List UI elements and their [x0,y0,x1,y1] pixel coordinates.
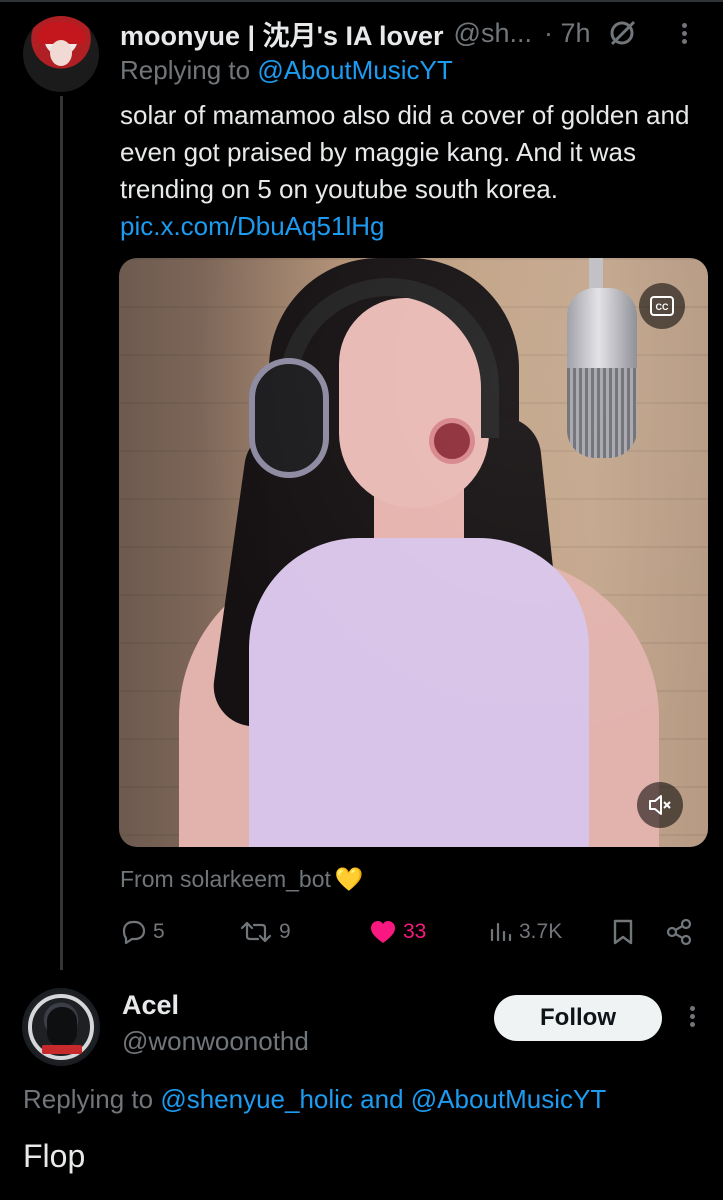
more-options-icon[interactable] [682,1003,702,1033]
repost-button[interactable]: 9 [239,912,291,952]
video-media[interactable]: CC [119,258,708,847]
post-time[interactable]: · 7h [544,18,591,49]
replying-to: Replying to @shenyue_holic and @AboutMus… [23,1084,606,1115]
post-body: Flop [23,1138,86,1174]
views-button[interactable]: 3.7K [489,912,562,952]
speaker-muted-icon [649,795,671,815]
user-handle[interactable]: @wonwoonothd [122,1026,309,1057]
replying-and: and [352,1084,411,1114]
media-lighting [119,258,708,847]
reply-count: 5 [153,920,165,943]
replying-to-link[interactable]: @AboutMusicYT [257,55,452,85]
mute-button[interactable] [637,782,683,828]
media-link[interactable]: pic.x.com/DbuAq51lHg [120,211,384,241]
more-options-icon[interactable] [674,20,694,48]
thread-connector-line [60,96,63,970]
views-icon [490,922,512,942]
top-divider [0,0,723,2]
post-header: moonyue | 沈月's IA lover @sh... · 7h [120,14,710,53]
bookmark-icon [613,919,633,945]
thread-page: moonyue | 沈月's IA lover @sh... · 7h Repl… [0,0,723,1200]
avatar[interactable] [22,988,100,1066]
avatar-figure [47,1007,77,1047]
reply-button[interactable]: 5 [119,912,165,952]
share-icon [666,918,692,946]
replying-prefix: Replying to [23,1084,161,1114]
reply-icon [122,920,146,945]
repost-count: 9 [279,920,291,943]
post-body: solar of mamamoo also did a cover of gol… [120,100,690,204]
follow-button[interactable]: Follow [494,995,662,1041]
repost-icon [240,921,272,943]
captions-button[interactable]: CC [639,283,685,329]
like-count: 33 [403,920,427,943]
replying-to: Replying to @AboutMusicYT [120,55,453,86]
display-name[interactable]: moonyue | 沈月's IA lover [120,14,444,53]
like-button[interactable]: 33 [369,912,426,952]
replying-to-link[interactable]: @shenyue_holic [160,1084,353,1114]
avatar-face [50,40,72,66]
display-name[interactable]: Acel [122,990,179,1021]
media-source-text[interactable]: From solarkeem_bot [120,866,331,893]
avatar-badge [42,1045,82,1054]
yellow-heart-emoji: 💛 [334,866,364,892]
replying-to-link[interactable]: @AboutMusicYT [411,1084,606,1114]
post-text: solar of mamamoo also did a cover of gol… [120,97,710,245]
captions-label: CC [656,302,669,312]
avatar[interactable] [23,16,99,92]
media-source: From solarkeem_bot 💛 [120,866,364,893]
share-button[interactable] [665,912,693,952]
user-handle[interactable]: @sh... [454,18,532,49]
action-bar: 5 9 33 3.7K [119,912,709,952]
heart-filled-icon [371,921,395,943]
views-count: 3.7K [519,920,563,943]
replying-prefix: Replying to [120,55,258,85]
captions-icon: CC [650,296,674,316]
bookmark-button[interactable] [611,912,635,952]
grok-icon[interactable] [607,18,637,48]
